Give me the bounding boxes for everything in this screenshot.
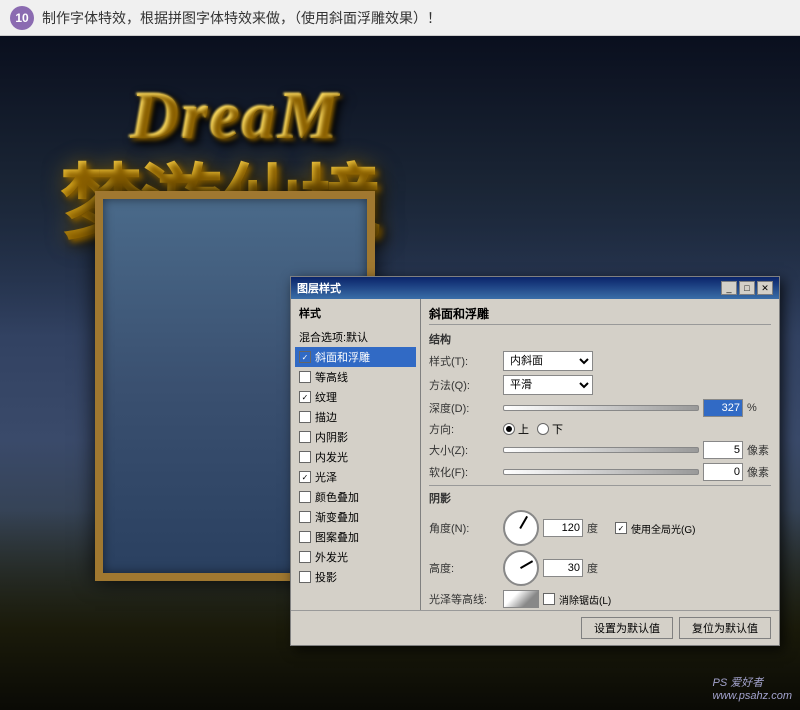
anti-alias-checkbox[interactable] [543,593,555,605]
altitude-needle [520,560,533,569]
dialog-titlebar: 图层样式 _ □ ✕ [291,277,779,299]
dialog-controls[interactable]: _ □ ✕ [721,281,773,295]
bevel-section-title: 斜面和浮雕 [429,305,771,325]
top-instruction-bar: 10 制作字体特效，根据拼图字体特效来做，（使用斜面浮雕效果）！ [0,0,800,36]
layer-style-dialog[interactable]: 图层样式 _ □ ✕ 样式 混合选项:默认 斜面和浮雕 等 [290,276,780,646]
soften-input[interactable] [703,463,743,481]
angle-row: 角度(N): 度 使用全局光(G) [429,510,771,546]
shading-subsection: 阴影 [429,490,771,506]
style-row: 样式(T): 内斜面 [429,351,771,371]
step-badge: 10 [10,6,34,30]
global-light-checkbox[interactable] [615,522,627,534]
direction-label: 方向: [429,421,499,437]
close-button[interactable]: ✕ [757,281,773,295]
soften-label: 软化(F): [429,464,499,480]
depth-label: 深度(D): [429,400,499,416]
texture-checkbox[interactable] [299,391,311,403]
size-unit: 像素 [747,442,771,458]
color-overlay-checkbox[interactable] [299,491,311,503]
styles-header: 样式 [295,303,416,323]
style-color-overlay[interactable]: 颜色叠加 [295,487,416,507]
direction-up-label: 上 [518,421,529,437]
style-pattern-overlay[interactable]: 图案叠加 [295,527,416,547]
altitude-label: 高度: [429,560,499,576]
dialog-body: 样式 混合选项:默认 斜面和浮雕 等高线 纹理 [291,299,779,610]
minimize-button[interactable]: _ [721,281,737,295]
technique-label: 方法(Q): [429,377,499,393]
global-light-label: 使用全局光(G) [631,521,695,536]
style-label: 样式(T): [429,353,499,369]
style-bevel-emboss[interactable]: 斜面和浮雕 [295,347,416,367]
set-default-button[interactable]: 设置为默认值 [581,617,673,639]
size-input[interactable] [703,441,743,459]
outer-glow-checkbox[interactable] [299,551,311,563]
altitude-dial[interactable] [503,550,539,586]
style-contour[interactable]: 等高线 [295,367,416,387]
reset-default-button[interactable]: 复位为默认值 [679,617,771,639]
main-scene: DreaM 梦游仙境 图层样式 _ □ ✕ 样式 混合选项:默认 [0,36,800,710]
angle-label: 角度(N): [429,520,499,536]
angle-dial[interactable] [503,510,539,546]
anti-alias-label: 消除锯齿(L) [559,592,611,607]
angle-needle [519,516,528,529]
soften-slider[interactable] [503,469,699,475]
technique-row: 方法(Q): 平滑 [429,375,771,395]
style-outer-glow[interactable]: 外发光 [295,547,416,567]
soften-row: 软化(F): 像素 [429,463,771,481]
stroke-checkbox[interactable] [299,411,311,423]
drop-shadow-checkbox[interactable] [299,571,311,583]
gradient-overlay-checkbox[interactable] [299,511,311,523]
size-row: 大小(Z): 像素 [429,441,771,459]
style-stroke[interactable]: 描边 [295,407,416,427]
size-label: 大小(Z): [429,442,499,458]
dialog-footer: 设置为默认值 复位为默认值 [291,610,779,645]
inner-shadow-checkbox[interactable] [299,431,311,443]
depth-slider[interactable] [503,405,699,411]
style-inner-glow[interactable]: 内发光 [295,447,416,467]
ps-watermark: PS 爱好者www.psahz.com [713,674,792,702]
direction-down-item[interactable]: 下 [537,421,563,437]
direction-down-radio[interactable] [537,423,549,435]
instruction-text: 制作字体特效，根据拼图字体特效来做，（使用斜面浮雕效果）！ [42,8,441,28]
style-drop-shadow[interactable]: 投影 [295,567,416,587]
bevel-checkbox[interactable] [299,351,311,363]
gloss-contour-preview[interactable] [503,590,539,608]
altitude-unit: 度 [587,560,611,576]
altitude-input[interactable] [543,559,583,577]
style-gradient-overlay[interactable]: 渐变叠加 [295,507,416,527]
satin-checkbox[interactable] [299,471,311,483]
gloss-contour-row: 光泽等高线: 消除锯齿(L) [429,590,771,608]
technique-select[interactable]: 平滑 [503,375,593,395]
depth-input[interactable]: 327 [703,399,743,417]
direction-row: 方向: 上 下 [429,421,771,437]
style-texture[interactable]: 纹理 [295,387,416,407]
angle-input[interactable] [543,519,583,537]
style-select[interactable]: 内斜面 [503,351,593,371]
contour-checkbox[interactable] [299,371,311,383]
direction-up-item[interactable]: 上 [503,421,529,437]
soften-unit: 像素 [747,464,771,480]
direction-radio-group: 上 下 [503,421,563,437]
inner-glow-checkbox[interactable] [299,451,311,463]
style-satin[interactable]: 光泽 [295,467,416,487]
direction-up-radio[interactable] [503,423,515,435]
dialog-title: 图层样式 [297,280,341,296]
angle-unit: 度 [587,520,611,536]
size-slider[interactable] [503,447,699,453]
style-inner-shadow[interactable]: 内阴影 [295,427,416,447]
direction-down-label: 下 [552,421,563,437]
pattern-overlay-checkbox[interactable] [299,531,311,543]
maximize-button[interactable]: □ [739,281,755,295]
depth-row: 深度(D): 327 % [429,399,771,417]
settings-panel: 斜面和浮雕 结构 样式(T): 内斜面 方法(Q): 平滑 [421,299,779,610]
structure-subsection: 结构 [429,331,771,347]
altitude-row: 高度: 度 [429,550,771,586]
depth-unit: % [747,402,771,414]
style-blend-mode[interactable]: 混合选项:默认 [295,327,416,347]
styles-panel: 样式 混合选项:默认 斜面和浮雕 等高线 纹理 [291,299,421,610]
gloss-contour-label: 光泽等高线: [429,591,499,607]
